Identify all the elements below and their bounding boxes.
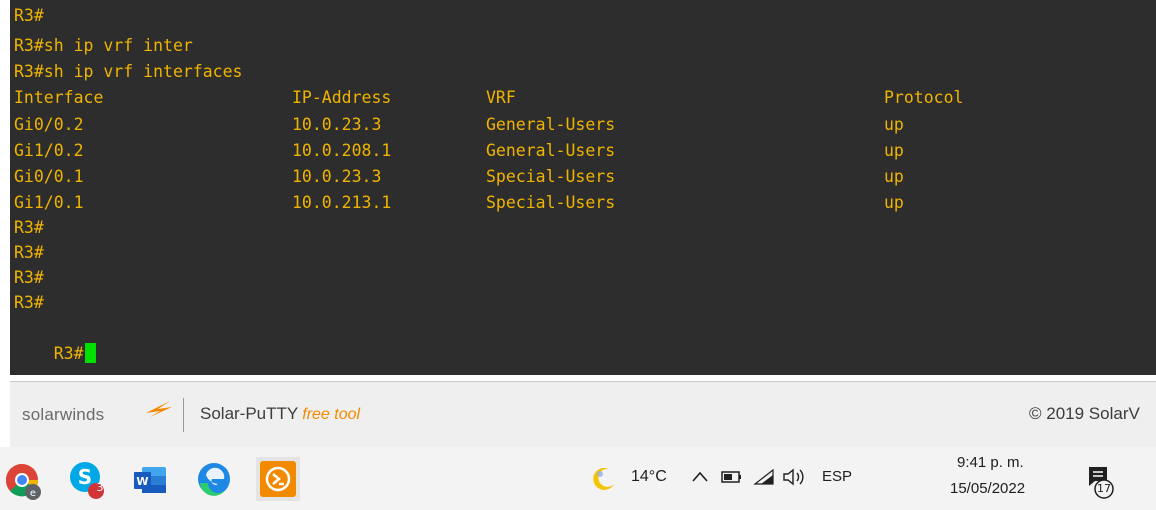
cell-vrf: General-Users <box>486 115 616 134</box>
cell-ip-address: 10.0.213.1 <box>292 193 392 212</box>
cell-ip-address: 10.0.23.3 <box>292 167 382 186</box>
notification-count: 17 <box>1097 482 1111 495</box>
cell-protocol: up <box>884 167 904 186</box>
terminal-cursor <box>84 343 96 363</box>
speaker-icon[interactable] <box>782 468 808 486</box>
table-row: Gi1/0.1 10.0.213.1 Special-Users up <box>14 190 1114 216</box>
terminal-prompt: R3# <box>14 218 44 237</box>
taskbar: e S 3 W 14°C ESP 9:41 p. m. 15/05/2022 1… <box>0 447 1156 510</box>
free-tool-tag: free tool <box>302 406 361 423</box>
clock-date[interactable]: 15/05/2022 <box>950 480 1025 497</box>
header-ip-address: IP-Address <box>292 88 392 107</box>
clock-time[interactable]: 9:41 p. m. <box>957 454 1024 471</box>
solarwinds-logo[interactable]: solarwinds <box>22 405 104 425</box>
copyright-text: © 2019 SolarV <box>1029 404 1140 423</box>
cell-protocol: up <box>884 193 904 212</box>
weather-moon-icon[interactable] <box>590 465 618 493</box>
cell-interface: Gi1/0.2 <box>14 141 84 160</box>
word-icon[interactable]: W <box>128 457 172 501</box>
temperature[interactable]: 14°C <box>631 468 667 486</box>
chevron-up-icon[interactable] <box>691 470 709 484</box>
terminal-prompt: R3# <box>14 268 44 287</box>
cell-vrf: Special-Users <box>486 167 616 186</box>
cell-ip-address: 10.0.208.1 <box>292 141 392 160</box>
cell-interface: Gi1/0.1 <box>14 193 84 212</box>
header-vrf: VRF <box>486 88 516 107</box>
svg-text:W: W <box>136 475 148 488</box>
cell-protocol: up <box>884 115 904 134</box>
app-footer: solarwinds Solar-PuTTY free tool © 2019 S… <box>10 381 1156 448</box>
terminal-window[interactable]: R3# R3#sh ip vrf inter R3#sh ip vrf inte… <box>10 0 1156 375</box>
table-row: Gi0/0.1 10.0.23.3 Special-Users up <box>14 164 1114 190</box>
product-name: Solar-PuTTY free tool <box>200 404 360 424</box>
wifi-icon[interactable] <box>753 468 775 486</box>
solar-putty-icon[interactable] <box>256 457 300 501</box>
terminal-line: R3#sh ip vrf interfaces <box>14 62 243 81</box>
cell-vrf: General-Users <box>486 141 616 160</box>
language-indicator[interactable]: ESP <box>822 468 852 485</box>
cell-protocol: up <box>884 141 904 160</box>
table-row: Gi0/0.2 10.0.23.3 General-Users up <box>14 112 1114 138</box>
svg-text:e: e <box>30 488 36 499</box>
terminal-current-line[interactable]: R3# <box>14 315 96 363</box>
table-row: Gi1/0.2 10.0.208.1 General-Users up <box>14 138 1114 164</box>
cell-ip-address: 10.0.23.3 <box>292 115 382 134</box>
terminal-prompt: R3# <box>53 344 84 363</box>
header-interface: Interface <box>14 88 104 107</box>
terminal-prompt: R3# <box>14 293 44 312</box>
cell-interface: Gi0/0.1 <box>14 167 84 186</box>
skype-badge: 3 <box>96 481 104 494</box>
terminal-prompt: R3# <box>14 243 44 262</box>
chrome-icon[interactable]: e <box>2 457 46 501</box>
battery-icon[interactable] <box>721 469 743 485</box>
solarwinds-bolt-icon <box>146 401 172 417</box>
header-protocol: Protocol <box>884 88 964 107</box>
terminal-line: R3#sh ip vrf inter <box>14 36 193 55</box>
svg-text:S: S <box>78 465 92 489</box>
product-name-text: Solar-PuTTY <box>200 404 299 423</box>
footer-divider <box>183 398 184 432</box>
skype-icon[interactable]: S <box>65 457 109 501</box>
edge-icon[interactable] <box>192 457 236 501</box>
terminal-line: R3# <box>14 6 44 25</box>
table-header: Interface IP-Address VRF Protocol <box>14 85 1114 111</box>
cell-vrf: Special-Users <box>486 193 616 212</box>
cell-interface: Gi0/0.2 <box>14 115 84 134</box>
